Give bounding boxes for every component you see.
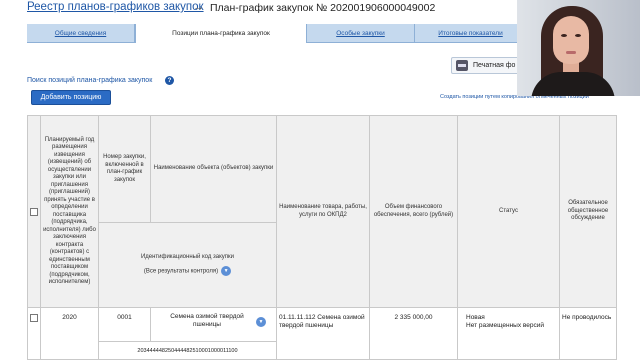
header-finance-volume-text: Объем финансового обеспечения, всего (ру… xyxy=(373,204,454,218)
header-public-discussion-text: Обязательное общественное обсуждение xyxy=(567,200,609,222)
row-amount: 2 335 000,00 xyxy=(370,308,458,360)
header-planned-year: Планируемый год размещения извещения (из… xyxy=(41,115,99,308)
row-object-text: Семена озимой твердой пшеницы xyxy=(170,313,244,328)
breadcrumb-arrow: → xyxy=(193,1,204,13)
row-product: 01.11.11.112 Семена озимой твердой пшени… xyxy=(277,308,370,360)
page-title: План-график закупок № 202001906000049002 xyxy=(210,2,436,14)
row-status-line2: Нет размещенных версий xyxy=(466,322,545,329)
row-status-line1: Новая xyxy=(466,314,485,321)
header-purchase-number-text: Номер закупки, включенной в план-график … xyxy=(103,154,146,183)
row-number[interactable]: 0001 xyxy=(99,308,151,342)
header-product-name: Наименование товара, работы, услуги по О… xyxy=(277,115,370,308)
header-object-name: Наименование объекта (объектов) закупки xyxy=(151,115,277,223)
header-product-name-text: Наименование товара, работы, услуги по О… xyxy=(279,204,367,218)
header-public-discussion: Обязательное общественное обсуждение xyxy=(560,115,617,308)
row-status: Новая Нет размещенных версий xyxy=(458,308,560,360)
header-purchase-number: Номер закупки, включенной в план-график … xyxy=(99,115,151,223)
header-ikz-text: Идентификационный код закупки xyxy=(140,254,235,261)
row-expand-icon[interactable]: ▼ xyxy=(256,317,266,327)
tab-summary-indicators[interactable]: Итоговые показатели xyxy=(415,24,527,43)
presenter-eye-right xyxy=(575,34,581,37)
row-select-cell xyxy=(27,308,41,360)
header-planned-year-text: Планируемый год размещения извещения (из… xyxy=(43,136,96,286)
registry-link[interactable]: Реестр планов-графиков закупок xyxy=(27,1,204,13)
presenter-lips xyxy=(566,51,576,54)
header-status: Статус xyxy=(458,115,560,308)
search-positions-link[interactable]: Поиск позиций плана-графика закупок xyxy=(27,77,152,84)
print-form-label: Печатная фо xyxy=(473,62,516,69)
tab-general-info[interactable]: Общие сведения xyxy=(27,24,135,43)
tab-special-purchases[interactable]: Особые закупки xyxy=(307,24,415,43)
header-ikz: Идентификационный код закупки (Все резул… xyxy=(99,223,277,308)
header-finance-volume: Объем финансового обеспечения, всего (ру… xyxy=(370,115,458,308)
printer-icon xyxy=(456,60,468,71)
header-status-text: Статус xyxy=(499,207,518,214)
chevron-down-icon[interactable]: ▼ xyxy=(221,265,232,276)
row-year: 2020 xyxy=(41,308,99,360)
ikz-filter-text: (Все результаты контроля) xyxy=(143,268,219,275)
header-object-name-text: Наименование объекта (объектов) закупки xyxy=(153,165,274,172)
print-form-button[interactable]: Печатная фо xyxy=(451,57,521,74)
ikz-filter[interactable]: (Все результаты контроля) ▼ xyxy=(143,265,232,276)
row-object: Семена озимой твердой пшеницы ▼ xyxy=(151,308,277,342)
add-position-button[interactable]: Добавить позицию xyxy=(31,90,111,105)
webcam-overlay xyxy=(517,0,640,96)
presenter-eye-left xyxy=(561,34,567,37)
row-checkbox[interactable] xyxy=(30,314,38,322)
row-discussion: Не проводилось xyxy=(560,308,617,360)
select-all-cell xyxy=(27,115,41,308)
help-icon[interactable]: ? xyxy=(165,76,174,85)
row-ikz: 203444448250444482510001000011100 xyxy=(99,342,277,360)
tab-plan-positions[interactable]: Позиции плана-графика закупок xyxy=(135,24,307,44)
select-all-checkbox[interactable] xyxy=(30,207,38,216)
presenter-face xyxy=(553,16,589,64)
